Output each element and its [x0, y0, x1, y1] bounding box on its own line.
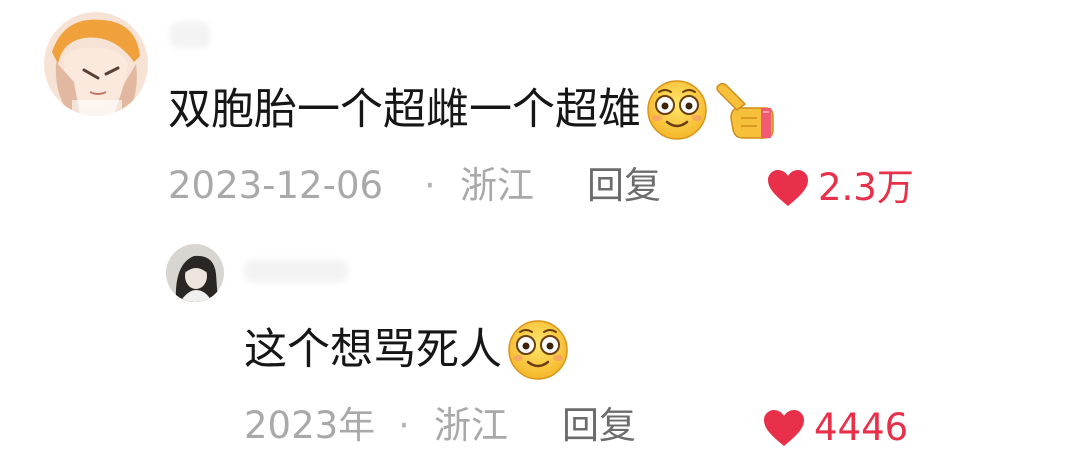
avatar[interactable]: [44, 12, 148, 116]
flushed-smile-icon: [506, 318, 570, 382]
avatar-image: [44, 12, 148, 116]
comment-2: 这个想骂死人 2023年 · 浙江 回复 4446: [0, 230, 1080, 468]
comment-location: 浙江: [460, 164, 534, 207]
comment-text: 这个想骂死人: [244, 325, 502, 375]
username-blurred[interactable]: [170, 22, 210, 48]
meta-separator: ·: [424, 164, 436, 207]
like-button[interactable]: 4446: [762, 406, 908, 450]
heart-icon: [768, 170, 808, 206]
avatar-image: [166, 244, 224, 302]
reply-button[interactable]: 回复: [587, 164, 661, 208]
flushed-smile-icon: [645, 78, 709, 142]
comment-date: 2023年: [244, 404, 376, 447]
avatar[interactable]: [166, 244, 224, 302]
comment-1: 双胞胎一个超雌一个超雄 2023-12-06 · 浙江 回复 2.3万: [0, 0, 1080, 230]
reply-button[interactable]: 回复: [562, 404, 636, 448]
comment-text: 双胞胎一个超雌一个超雄: [168, 85, 641, 135]
comment-date: 2023-12-06: [168, 164, 384, 207]
heart-icon: [764, 410, 804, 446]
username-blurred[interactable]: [244, 260, 348, 282]
comment-location: 浙江: [434, 404, 508, 447]
comment-text-row: 双胞胎一个超雌一个超雄: [168, 80, 779, 140]
like-count: 4446: [814, 406, 909, 449]
like-count: 2.3万: [818, 166, 914, 209]
comment-text-row: 这个想骂死人: [244, 318, 570, 382]
meta-separator: ·: [398, 404, 410, 447]
like-button[interactable]: 2.3万: [766, 166, 914, 210]
backhand-index-pointing-left-icon: [713, 78, 779, 142]
